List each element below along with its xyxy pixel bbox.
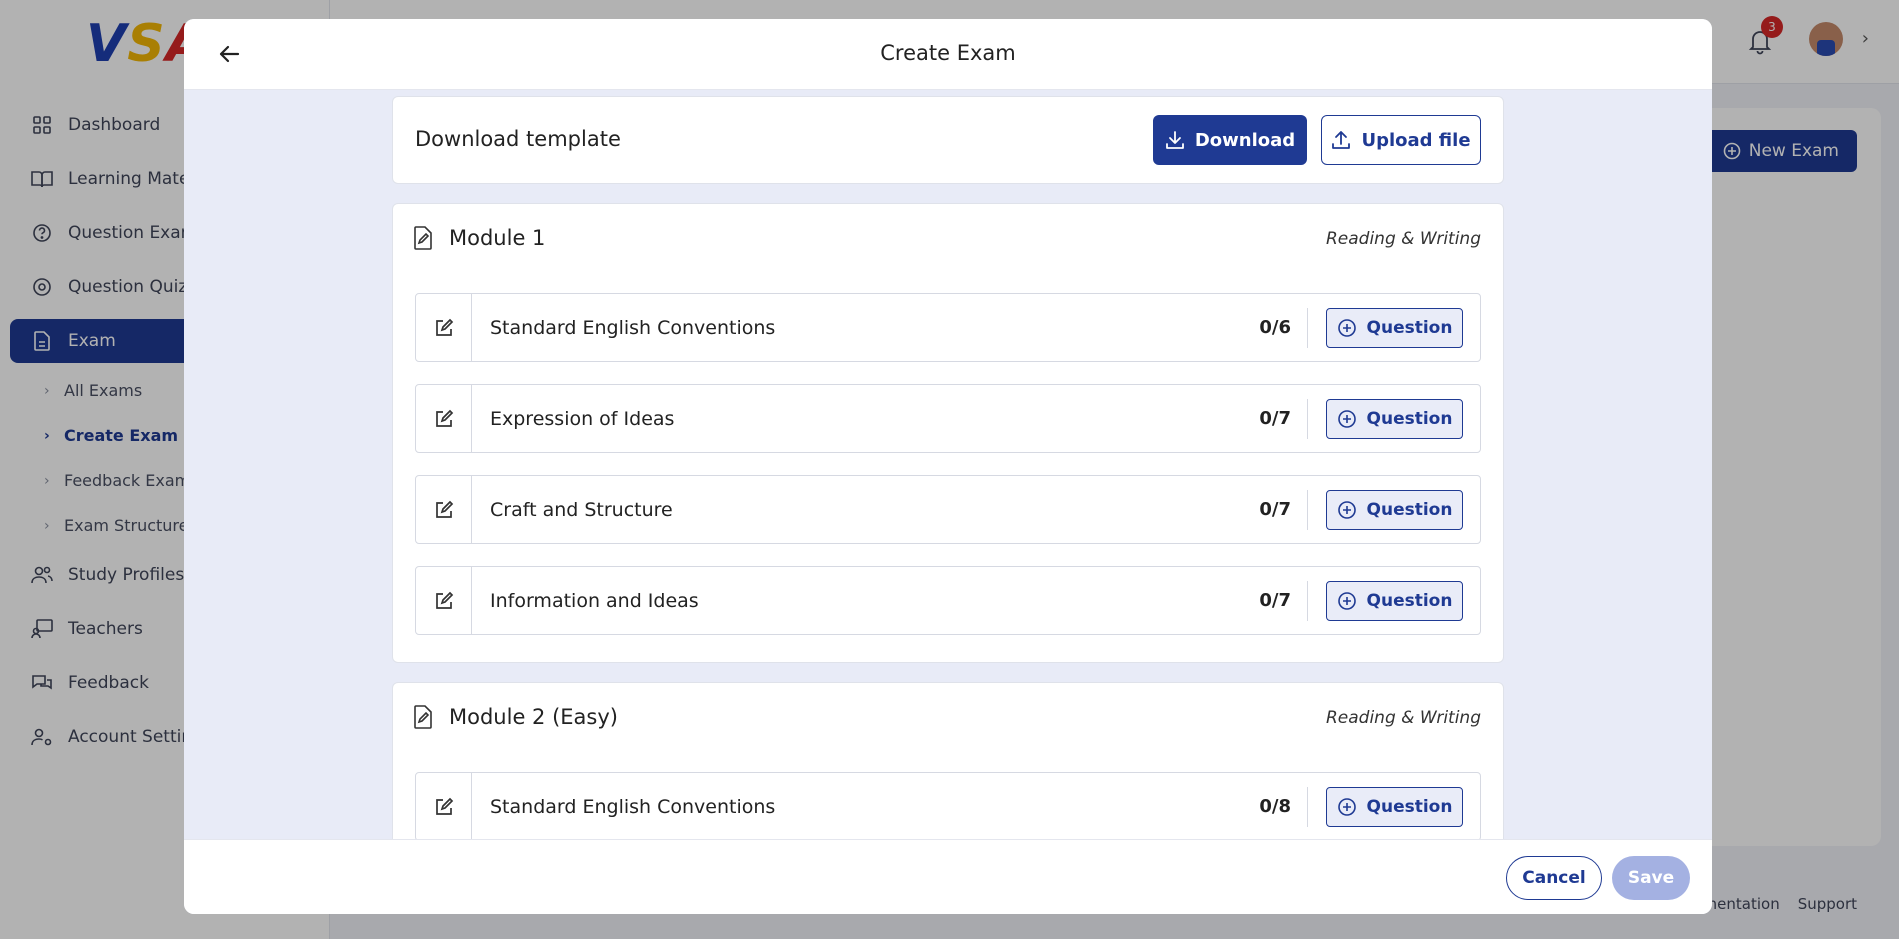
create-exam-modal: Create Exam Download template Download U… xyxy=(184,19,1712,914)
module-card: Module 2 (Easy) Reading & Writing Standa… xyxy=(392,682,1504,839)
plus-circle-icon xyxy=(1337,318,1356,337)
module-subject: Reading & Writing xyxy=(1325,708,1481,728)
section-count: 0/7 xyxy=(1228,489,1308,530)
section-count: 0/7 xyxy=(1228,580,1308,621)
file-edit-icon xyxy=(413,226,437,252)
add-question-button[interactable]: Question xyxy=(1326,307,1463,348)
download-icon xyxy=(1165,131,1184,149)
section-count: 0/8 xyxy=(1228,786,1308,827)
template-title: Download template xyxy=(415,127,621,151)
upload-icon xyxy=(1332,131,1351,149)
add-question-label: Question xyxy=(1366,408,1453,429)
section-name: Standard English Conventions xyxy=(490,316,776,339)
module-header: Module 1 Reading & Writing xyxy=(393,204,1503,274)
modal-title: Create Exam xyxy=(880,41,1016,65)
module-card: Module 1 Reading & Writing Standard Engl… xyxy=(392,203,1504,663)
section-row: Expression of Ideas 0/7 Question xyxy=(415,384,1481,453)
section-count: 0/7 xyxy=(1228,398,1308,439)
section-name: Craft and Structure xyxy=(490,498,673,521)
upload-label: Upload file xyxy=(1361,129,1471,151)
edit-icon[interactable] xyxy=(416,773,472,839)
upload-file-button[interactable]: Upload file xyxy=(1321,115,1481,165)
section-name: Information and Ideas xyxy=(490,589,699,612)
edit-icon[interactable] xyxy=(416,294,472,361)
module-subject: Reading & Writing xyxy=(1325,229,1481,249)
add-question-label: Question xyxy=(1366,499,1453,520)
section-row: Standard English Conventions 0/8 Questio… xyxy=(415,772,1481,839)
save-button[interactable]: Save xyxy=(1612,856,1690,900)
add-question-label: Question xyxy=(1366,796,1453,817)
section-name: Expression of Ideas xyxy=(490,407,675,430)
template-card: Download template Download Upload file xyxy=(392,96,1504,184)
add-question-label: Question xyxy=(1366,317,1453,338)
section-name: Standard English Conventions xyxy=(490,795,776,818)
add-question-button[interactable]: Question xyxy=(1326,398,1463,439)
modal-footer: Cancel Save xyxy=(184,839,1712,914)
add-question-label: Question xyxy=(1366,590,1453,611)
cancel-button[interactable]: Cancel xyxy=(1506,856,1602,900)
file-edit-icon xyxy=(413,705,437,731)
download-label: Download xyxy=(1194,129,1296,151)
section-row: Information and Ideas 0/7 Question xyxy=(415,566,1481,635)
plus-circle-icon xyxy=(1337,500,1356,519)
add-question-button[interactable]: Question xyxy=(1326,580,1463,621)
plus-circle-icon xyxy=(1337,797,1356,816)
plus-circle-icon xyxy=(1337,591,1356,610)
modal-header: Create Exam xyxy=(184,19,1712,90)
add-question-button[interactable]: Question xyxy=(1326,786,1463,827)
section-row: Craft and Structure 0/7 Question xyxy=(415,475,1481,544)
section-count: 0/6 xyxy=(1228,307,1308,348)
edit-icon[interactable] xyxy=(416,385,472,452)
module-title: Module 2 (Easy) xyxy=(449,705,618,729)
module-header: Module 2 (Easy) Reading & Writing xyxy=(393,683,1503,753)
modal-body[interactable]: Download template Download Upload file M… xyxy=(184,90,1712,839)
plus-circle-icon xyxy=(1337,409,1356,428)
add-question-button[interactable]: Question xyxy=(1326,489,1463,530)
download-button[interactable]: Download xyxy=(1153,115,1307,165)
edit-icon[interactable] xyxy=(416,567,472,634)
module-title: Module 1 xyxy=(449,226,546,250)
section-row: Standard English Conventions 0/6 Questio… xyxy=(415,293,1481,362)
edit-icon[interactable] xyxy=(416,476,472,543)
